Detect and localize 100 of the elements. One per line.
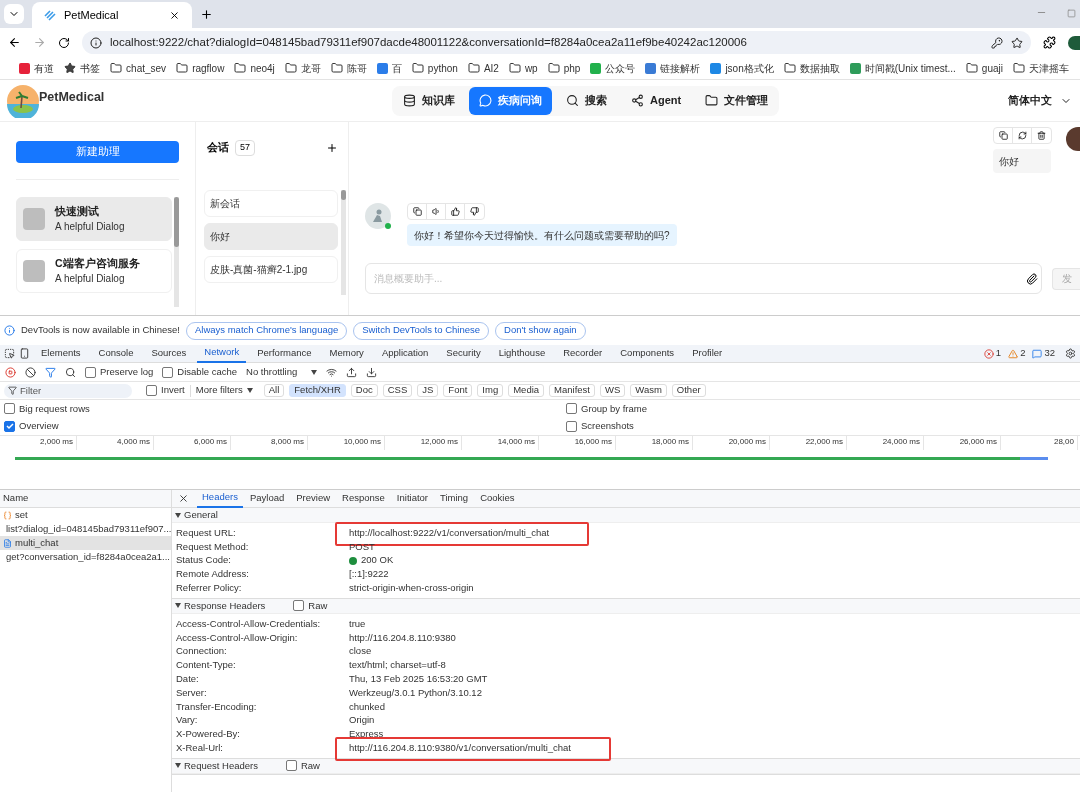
network-conditions-icon[interactable] [326,366,338,378]
import-icon[interactable] [346,366,358,378]
assistant-card[interactable]: C端客户咨询服务 A helpful Dialog [16,249,172,293]
assistant-card[interactable]: 快速测试 A helpful Dialog [16,197,172,241]
type-filter[interactable]: CSS [382,384,413,397]
settings-icon[interactable] [1065,348,1076,359]
checkbox[interactable] [4,403,15,415]
copy-icon[interactable] [412,207,422,216]
search-icon[interactable] [65,366,76,378]
type-filter[interactable]: JS [417,384,439,397]
checkbox-label[interactable]: Raw [300,758,320,774]
checkbox[interactable] [285,760,297,772]
type-filter[interactable]: Media [508,384,545,397]
filter-field[interactable]: Filter [4,383,132,398]
bookmark-item[interactable]: 有道 [16,60,58,76]
section-header[interactable]: Response Headers [175,598,266,614]
conversation-item[interactable]: 皮肤-真菌-猫癣2-1.jpg [204,255,338,283]
devtools-tab[interactable]: Profiler [685,344,730,363]
new-assistant-button[interactable]: 新建助理 [16,141,179,163]
bookmark-item[interactable]: python [408,60,461,76]
warning-count[interactable]: 2 [1020,346,1026,361]
trash-icon[interactable] [1037,131,1046,140]
type-filter[interactable]: Manifest [549,384,595,397]
type-filter[interactable]: Wasm [630,384,667,397]
checkbox-label[interactable]: Overview [19,419,59,434]
extensions-icon[interactable] [1043,36,1056,49]
devtools-tab[interactable]: Performance [250,344,319,363]
thumbs-down-icon[interactable] [470,207,479,216]
more-filters-button[interactable]: More filters [195,383,259,398]
bookmark-item[interactable]: 书签 [61,60,104,76]
device-icon[interactable] [19,348,30,359]
devtools-tab[interactable]: Console [91,344,141,363]
copy-icon[interactable] [998,131,1008,140]
back-icon[interactable] [8,36,21,49]
type-filter[interactable]: Font [443,384,473,397]
bookmark-item[interactable]: 链接解析 [642,60,704,76]
browser-tab[interactable]: PetMedical [32,2,192,28]
checkbox-label[interactable]: Group by frame [581,401,647,416]
bookmark-item[interactable]: AI2 [464,60,502,76]
type-filter[interactable]: WS [599,384,626,397]
error-count[interactable]: 1 [995,346,1002,361]
type-filter[interactable]: Doc [350,384,378,397]
bookmark-item[interactable]: chat_sev [107,60,170,76]
devtools-tab[interactable]: Recorder [556,344,610,363]
filter-icon[interactable] [45,366,56,378]
message-count[interactable]: 32 [1044,346,1055,361]
bookmark-item[interactable]: 百 [373,60,405,76]
bookmark-item[interactable]: json格式化 [707,60,777,76]
scrollbar[interactable] [341,189,346,295]
checkbox[interactable] [566,403,577,415]
devtools-tab[interactable]: Components [613,344,682,363]
refresh-icon[interactable] [1017,131,1027,140]
detail-tab[interactable]: Payload [244,490,290,508]
bookmark-item[interactable]: 龙哥 [281,60,324,76]
bookmark-item[interactable]: php [544,60,584,76]
bookmark-item[interactable]: neo4j [231,60,278,76]
column-header[interactable]: Name [0,490,171,508]
bookmark-item[interactable]: 数据抽取 [780,60,843,76]
tab-list-button[interactable] [4,4,24,24]
throttling-select[interactable]: No throttling [246,364,318,380]
scrollbar[interactable] [174,197,179,307]
checkbox-label[interactable]: Disable cache [177,364,237,380]
bookmark-item[interactable]: ragflow [173,60,228,76]
add-icon[interactable] [326,141,338,154]
message-input[interactable]: 消息概要助手... [365,263,1042,294]
export-icon[interactable] [366,366,378,378]
section-header[interactable]: Request Headers [175,758,258,774]
conversation-item[interactable]: 你好 [204,222,338,250]
devtools-tab[interactable]: Application [374,344,436,363]
address-bar[interactable]: localhost:9222/chat?dialogId=048145bad79311ef907dacde48001122&conversationId=f8284a0cea2a11ef9be40242ac120006 [82,31,1031,54]
bookmark-item[interactable]: 天津摇车 [1010,60,1072,76]
devtools-tab[interactable]: Elements [34,344,88,363]
nav-tab[interactable]: 知识库 [393,86,465,115]
key-icon[interactable] [991,36,1003,49]
bookmark-item[interactable]: 时间戳(Unix timest... [846,60,959,76]
devtools-tab[interactable]: Memory [322,344,371,363]
checkbox[interactable] [85,366,96,378]
checkbox-label[interactable]: Screenshots [581,419,634,434]
devtools-tab[interactable]: Security [439,344,488,363]
devtools-tab[interactable]: Sources [144,344,194,363]
bookmark-item[interactable]: wp [505,60,541,76]
close-icon[interactable] [178,493,189,504]
speaker-icon[interactable] [431,207,441,216]
type-filter[interactable]: Other [671,384,706,397]
bookmark-item[interactable]: guaji [962,60,1006,76]
bookmark-item[interactable]: 公众号 [587,60,639,76]
inspect-icon[interactable] [4,348,15,359]
detail-tab[interactable]: Cookies [475,490,520,508]
reload-icon[interactable] [58,36,70,49]
checkbox[interactable] [162,366,174,378]
checkbox[interactable] [4,420,15,432]
detail-tab[interactable]: Preview [291,490,336,508]
checkbox-label[interactable]: Raw [308,598,328,614]
devtools-tab[interactable]: Lighthouse [491,344,553,363]
detail-tab[interactable]: Response [337,490,390,508]
close-icon[interactable] [169,9,180,21]
nav-tab[interactable]: 疾病问询 [469,86,552,115]
nav-tab[interactable]: 搜索 [556,86,617,115]
checkbox-label[interactable]: Preserve log [100,364,154,380]
request-row[interactable]: set [0,508,171,522]
